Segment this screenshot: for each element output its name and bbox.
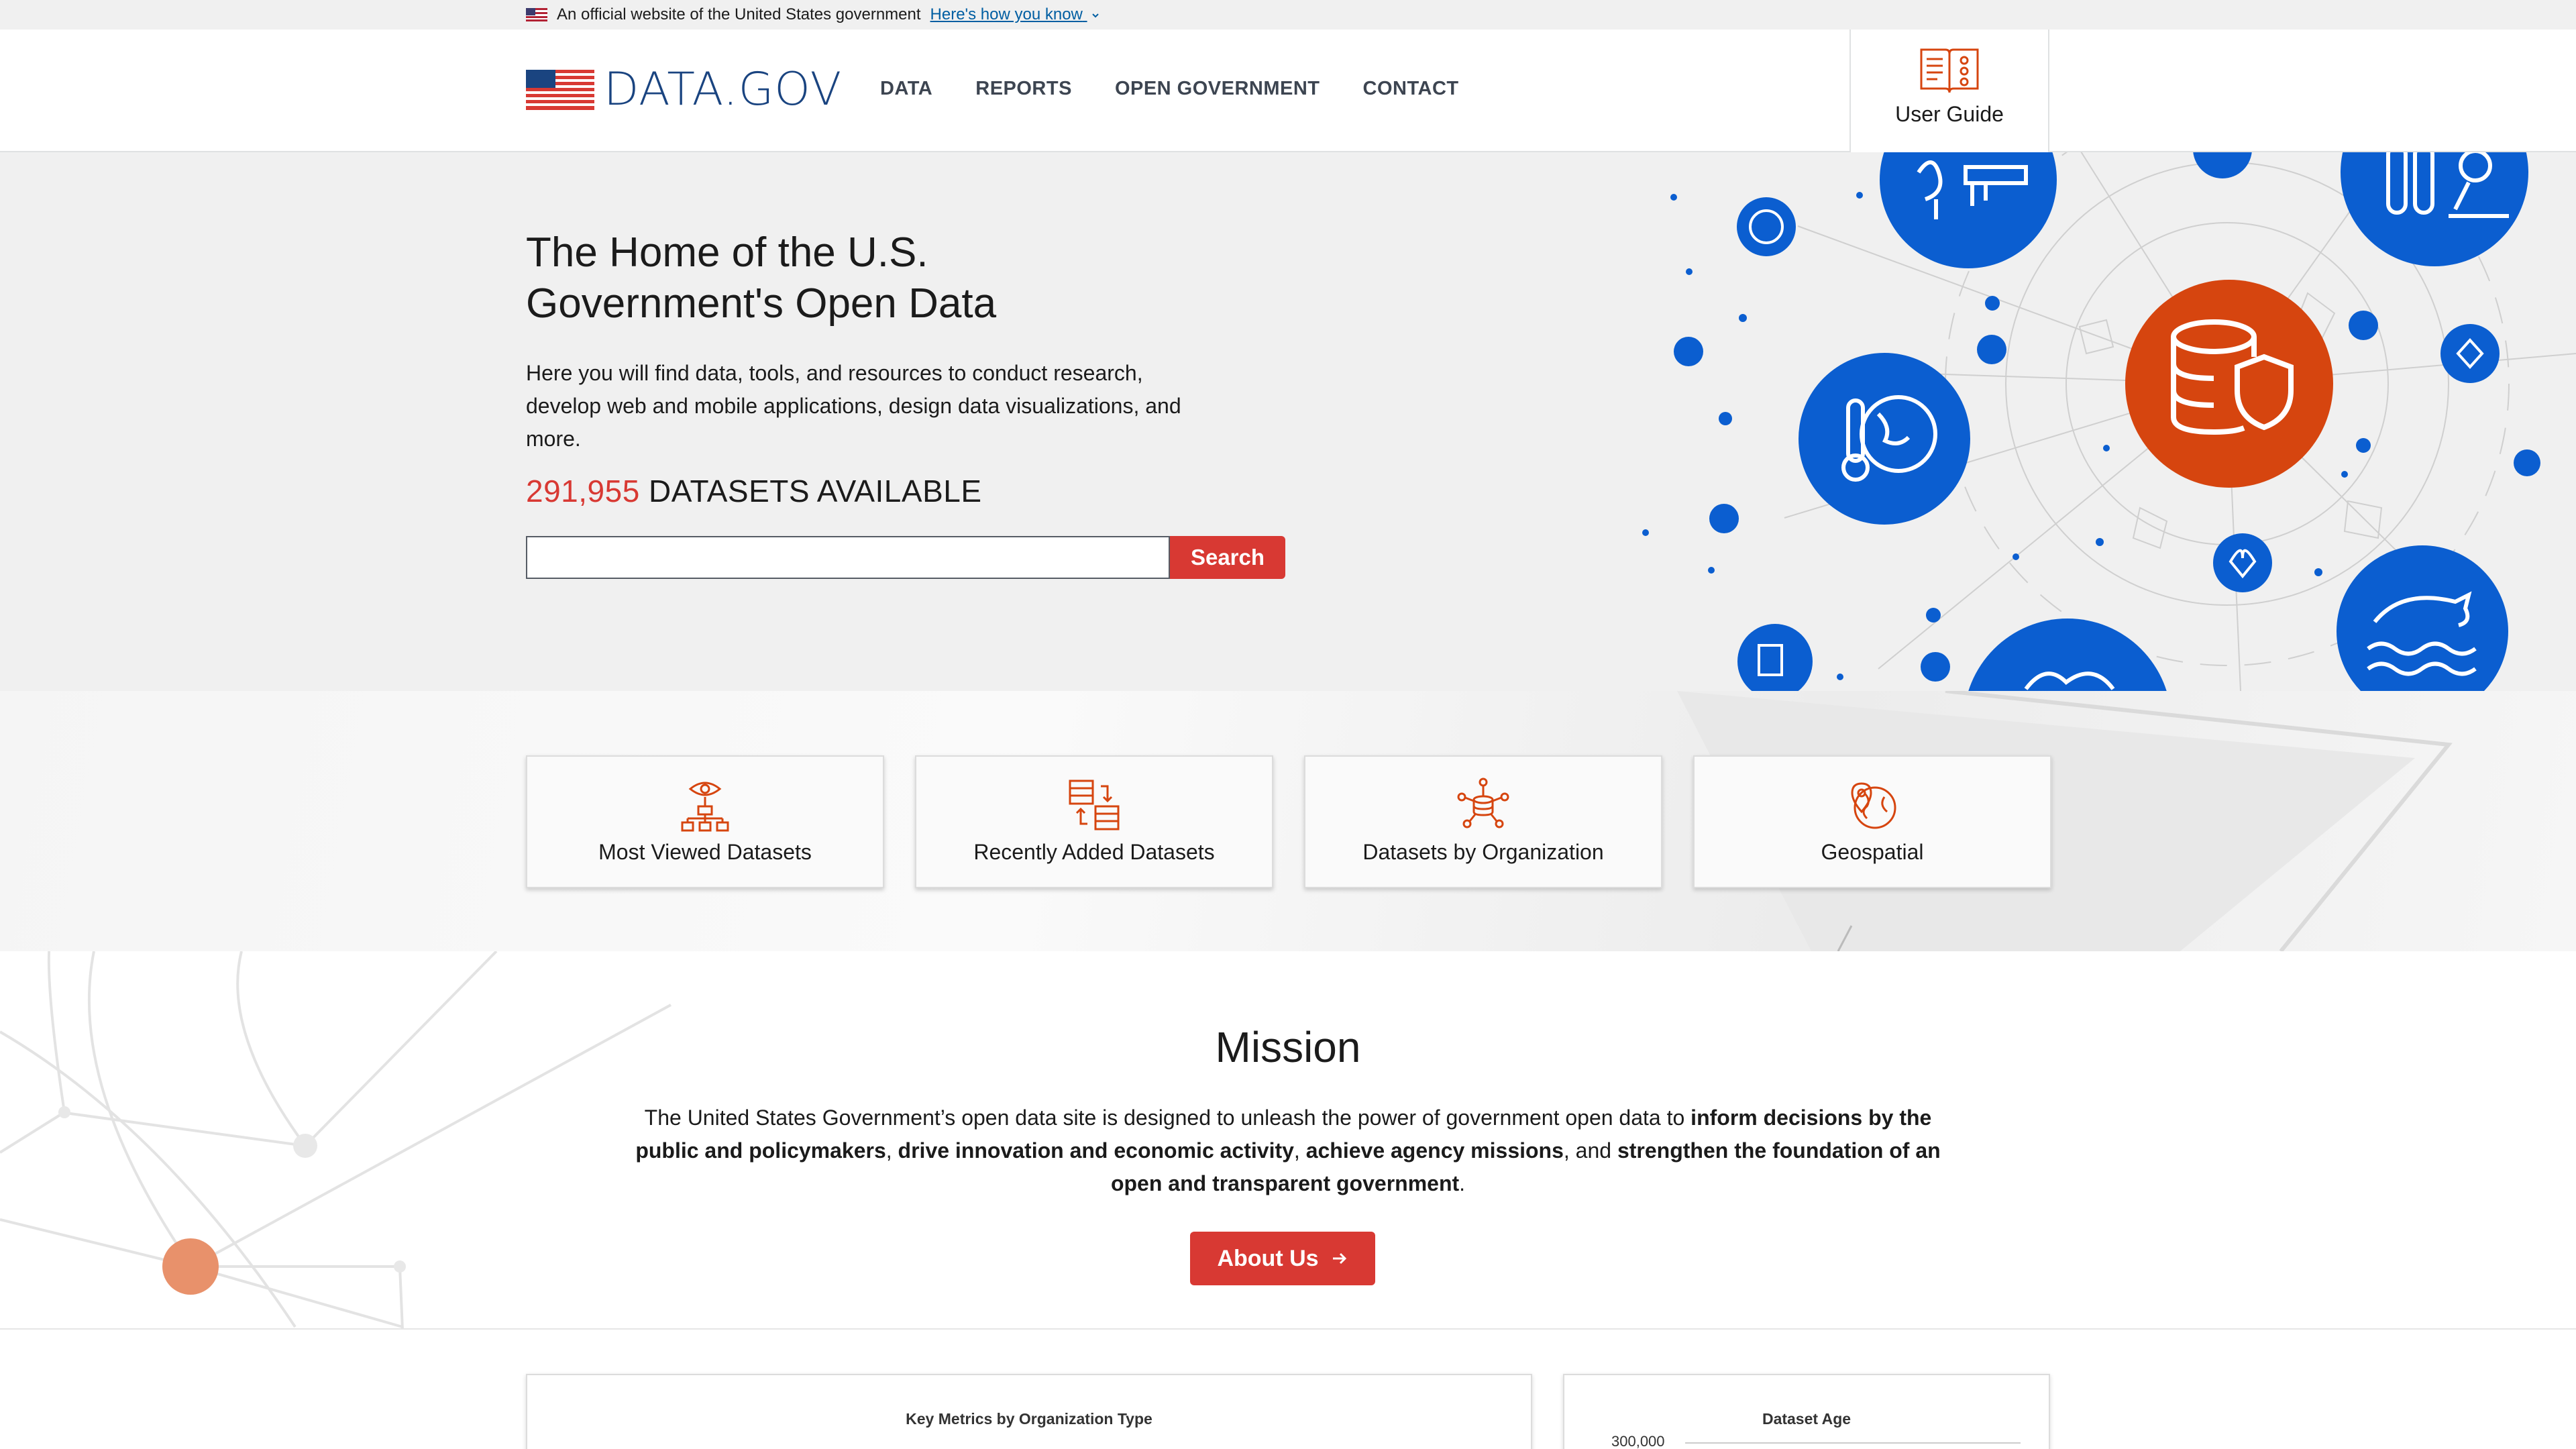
- dataset-count-number: 291,955: [526, 474, 640, 508]
- network-database-icon: [1457, 777, 1509, 828]
- metrics-section: Key Metrics by Organization Type Dataset…: [0, 1330, 2576, 1449]
- quick-link-most-viewed[interactable]: Most Viewed Datasets: [526, 755, 884, 888]
- hero-title-line1: The Home of the U.S.: [526, 229, 928, 276]
- key-metrics-card: Key Metrics by Organization Type: [526, 1374, 1532, 1449]
- hero-title: The Home of the U.S. Government's Open D…: [526, 227, 1130, 329]
- mission-text-part: .: [1459, 1171, 1466, 1195]
- key-metrics-title: Key Metrics by Organization Type: [906, 1410, 1152, 1428]
- quick-links-section: Most Viewed Datasets Recently Added Data…: [0, 691, 2576, 951]
- mission-text-part: The United States Government’s open data…: [644, 1106, 1691, 1130]
- us-flag-icon: [526, 8, 547, 21]
- about-us-label: About Us: [1217, 1245, 1319, 1271]
- site-header: DATA.GOV DATA REPORTS OPEN GOVERNMENT CO…: [0, 30, 2576, 152]
- dataset-age-card: Dataset Age 300,000: [1563, 1374, 2050, 1449]
- quick-link-label: Datasets by Organization: [1362, 840, 1604, 864]
- site-logo[interactable]: DATA.GOV: [526, 67, 842, 113]
- gridline: [1685, 1442, 2021, 1444]
- mission-section: Mission The United States Government’s o…: [0, 951, 2576, 1330]
- tables-arrows-icon: [1069, 780, 1120, 830]
- main-nav: DATA REPORTS OPEN GOVERNMENT CONTACT: [880, 78, 1459, 100]
- mission-text: The United States Government’s open data…: [631, 1102, 1945, 1200]
- background-photo: [1677, 691, 2453, 951]
- nav-item-contact[interactable]: CONTACT: [1363, 78, 1459, 100]
- hero-illustration: [1642, 152, 2576, 691]
- gov-banner-text: An official website of the United States…: [557, 5, 921, 23]
- hero-intro: Here you will find data, tools, and reso…: [526, 361, 1181, 451]
- book-icon: [1920, 48, 1979, 93]
- heres-how-you-know-label: Here's how you know: [930, 5, 1083, 23]
- hero-section: The Home of the U.S. Government's Open D…: [0, 152, 2576, 691]
- user-guide-label: User Guide: [1895, 102, 2004, 126]
- arrow-right-icon: [1332, 1252, 1346, 1265]
- dataset-count-label: DATASETS AVAILABLE: [639, 474, 982, 508]
- dataset-age-title: Dataset Age: [1762, 1410, 1851, 1428]
- mission-text-bold: drive innovation and economic activity: [898, 1138, 1294, 1163]
- quick-link-geospatial[interactable]: Geospatial: [1693, 755, 2051, 888]
- hero-title-line2: Government's Open Data: [526, 280, 997, 327]
- heres-how-you-know-link[interactable]: Here's how you know: [930, 5, 1099, 24]
- globe-pin-icon: [1851, 782, 1896, 829]
- search-input[interactable]: [526, 536, 1170, 579]
- gov-banner: An official website of the United States…: [0, 0, 2576, 30]
- quick-link-label: Recently Added Datasets: [973, 840, 1215, 864]
- mission-text-part: , and: [1563, 1138, 1617, 1163]
- mission-title: Mission: [1215, 1023, 1361, 1071]
- logo-text: DATA.GOV: [604, 63, 843, 116]
- mission-text-bold: achieve agency missions: [1305, 1138, 1564, 1163]
- mission-text-part: ,: [1293, 1138, 1306, 1163]
- network-decoration: [0, 951, 672, 1328]
- nav-item-data[interactable]: DATA: [880, 78, 932, 100]
- quick-link-by-organization[interactable]: Datasets by Organization: [1304, 755, 1662, 888]
- dataset-count: 291,955 DATASETS AVAILABLE: [526, 473, 982, 509]
- quick-link-recently-added[interactable]: Recently Added Datasets: [915, 755, 1273, 888]
- dataset-age-axis-tick: 300,000: [1611, 1433, 1665, 1449]
- mission-text-part: ,: [885, 1138, 898, 1163]
- quick-link-label: Most Viewed Datasets: [598, 840, 812, 864]
- flag-logo-icon: [526, 70, 594, 110]
- nav-item-reports[interactable]: REPORTS: [975, 78, 1072, 100]
- hierarchy-eye-icon: [681, 782, 729, 832]
- quick-link-label: Geospatial: [1821, 840, 1924, 864]
- search-button[interactable]: Search: [1170, 536, 1285, 579]
- chevron-down-icon: [1091, 13, 1099, 18]
- nav-item-open-government[interactable]: OPEN GOVERNMENT: [1115, 78, 1320, 100]
- user-guide-button[interactable]: User Guide: [1849, 30, 2049, 152]
- about-us-button[interactable]: About Us: [1190, 1232, 1375, 1285]
